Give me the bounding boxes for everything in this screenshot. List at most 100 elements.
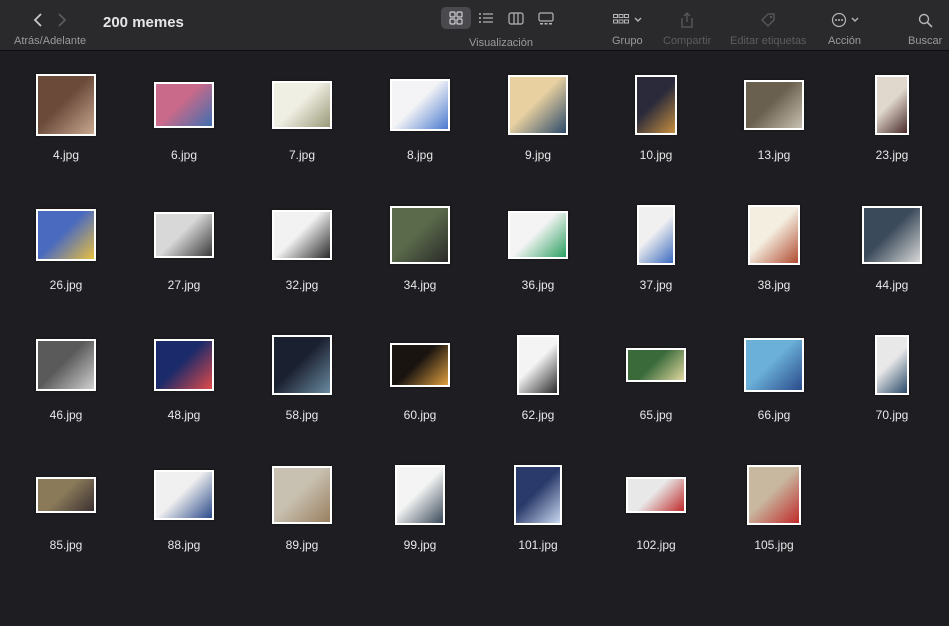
file-item[interactable]: 66.jpg: [715, 336, 833, 448]
search-button[interactable]: Buscar: [908, 9, 942, 47]
file-item[interactable]: 89.jpg: [243, 466, 361, 578]
file-thumbnail: [36, 477, 96, 513]
file-item[interactable]: 13.jpg: [715, 76, 833, 188]
file-name: 60.jpg: [403, 408, 437, 422]
file-thumbnail: [36, 74, 96, 136]
file-name: 101.jpg: [518, 538, 558, 552]
file-thumbnail: [875, 335, 909, 395]
file-item[interactable]: 38.jpg: [715, 205, 833, 318]
grid-icon: [449, 11, 463, 25]
nav-label: Atrás/Adelante: [14, 35, 87, 47]
file-thumbnail: [508, 75, 568, 135]
group-label: Grupo: [612, 35, 643, 47]
file-grid: 4.jpg 6.jpg 7.jpg 8.jpg 9.jpg 10.jpg 13.jpg 23.…: [0, 52, 949, 626]
file-name: 34.jpg: [403, 278, 437, 292]
file-thumbnail: [875, 75, 909, 135]
share-label: Compartir: [663, 35, 712, 47]
file-item[interactable]: 26.jpg: [7, 206, 125, 318]
file-thumbnail: [637, 205, 675, 265]
file-thumbnail: [748, 205, 800, 265]
file-name: 38.jpg: [757, 278, 791, 292]
tag-icon: [761, 13, 775, 27]
file-item[interactable]: 101.jpg: [479, 465, 597, 578]
file-item[interactable]: 65.jpg: [597, 336, 715, 448]
file-name: 27.jpg: [167, 278, 201, 292]
file-thumbnail: [154, 82, 214, 128]
file-name: 10.jpg: [639, 148, 673, 162]
gallery-view-button[interactable]: [531, 7, 561, 29]
file-item[interactable]: 70.jpg: [833, 335, 949, 448]
search-icon: [918, 13, 933, 28]
file-name: 88.jpg: [167, 538, 201, 552]
file-item[interactable]: 6.jpg: [125, 76, 243, 188]
nav-group: Atrás/Adelante: [14, 9, 86, 47]
file-item[interactable]: 27.jpg: [125, 206, 243, 318]
file-item[interactable]: 8.jpg: [361, 76, 479, 188]
file-name: 9.jpg: [524, 148, 552, 162]
file-thumbnail: [626, 477, 686, 513]
file-name: 70.jpg: [875, 408, 909, 422]
file-thumbnail: [390, 79, 450, 131]
file-item[interactable]: 88.jpg: [125, 466, 243, 578]
group-button[interactable]: Grupo: [612, 9, 643, 47]
file-name: 4.jpg: [52, 148, 80, 162]
file-item[interactable]: 36.jpg: [479, 206, 597, 318]
file-name: 32.jpg: [285, 278, 319, 292]
file-name: 6.jpg: [170, 148, 198, 162]
file-item[interactable]: 105.jpg: [715, 465, 833, 578]
column-view-button[interactable]: [501, 7, 531, 29]
file-item[interactable]: 37.jpg: [597, 205, 715, 318]
file-thumbnail: [744, 80, 804, 130]
file-name: 105.jpg: [754, 538, 794, 552]
file-item[interactable]: 44.jpg: [833, 206, 949, 318]
file-item[interactable]: 9.jpg: [479, 75, 597, 188]
file-thumbnail: [508, 211, 568, 259]
file-item[interactable]: 4.jpg: [7, 74, 125, 188]
share-icon: [681, 12, 693, 28]
file-item[interactable]: 85.jpg: [7, 466, 125, 578]
icon-view-button[interactable]: [441, 7, 471, 29]
back-chevron-icon[interactable]: [33, 13, 43, 27]
file-thumbnail: [514, 465, 562, 525]
file-item[interactable]: 34.jpg: [361, 206, 479, 318]
file-name: 48.jpg: [167, 408, 201, 422]
file-item[interactable]: 46.jpg: [7, 336, 125, 448]
file-thumbnail: [272, 335, 332, 395]
file-item[interactable]: 62.jpg: [479, 335, 597, 448]
file-thumbnail: [272, 81, 332, 129]
file-item[interactable]: 60.jpg: [361, 336, 479, 448]
file-item[interactable]: 32.jpg: [243, 206, 361, 318]
file-name: 44.jpg: [875, 278, 909, 292]
file-thumbnail: [395, 465, 445, 525]
file-name: 65.jpg: [639, 408, 673, 422]
file-item[interactable]: 102.jpg: [597, 466, 715, 578]
forward-chevron-icon[interactable]: [57, 13, 67, 27]
file-item[interactable]: 7.jpg: [243, 76, 361, 188]
file-item[interactable]: 10.jpg: [597, 75, 715, 188]
file-thumbnail: [36, 209, 96, 261]
file-name: 102.jpg: [636, 538, 676, 552]
file-name: 46.jpg: [49, 408, 83, 422]
chevron-down-icon: [634, 17, 642, 22]
list-icon: [479, 13, 493, 23]
file-thumbnail: [635, 75, 677, 135]
file-thumbnail: [390, 206, 450, 264]
file-thumbnail: [36, 339, 96, 391]
view-group: Visualización: [441, 7, 561, 49]
list-view-button[interactable]: [471, 7, 501, 29]
file-name: 85.jpg: [49, 538, 83, 552]
columns-icon: [508, 11, 524, 25]
file-thumbnail: [862, 206, 922, 264]
file-name: 36.jpg: [521, 278, 555, 292]
file-thumbnail: [744, 338, 804, 392]
file-thumbnail: [154, 339, 214, 391]
edit-tags-button[interactable]: Editar etiquetas: [730, 9, 806, 47]
action-button[interactable]: Acción: [828, 9, 861, 47]
file-item[interactable]: 48.jpg: [125, 336, 243, 448]
file-name: 8.jpg: [406, 148, 434, 162]
file-item[interactable]: 23.jpg: [833, 75, 949, 188]
file-item[interactable]: 58.jpg: [243, 335, 361, 448]
file-name: 66.jpg: [757, 408, 791, 422]
file-item[interactable]: 99.jpg: [361, 465, 479, 578]
share-button[interactable]: Compartir: [663, 9, 711, 47]
